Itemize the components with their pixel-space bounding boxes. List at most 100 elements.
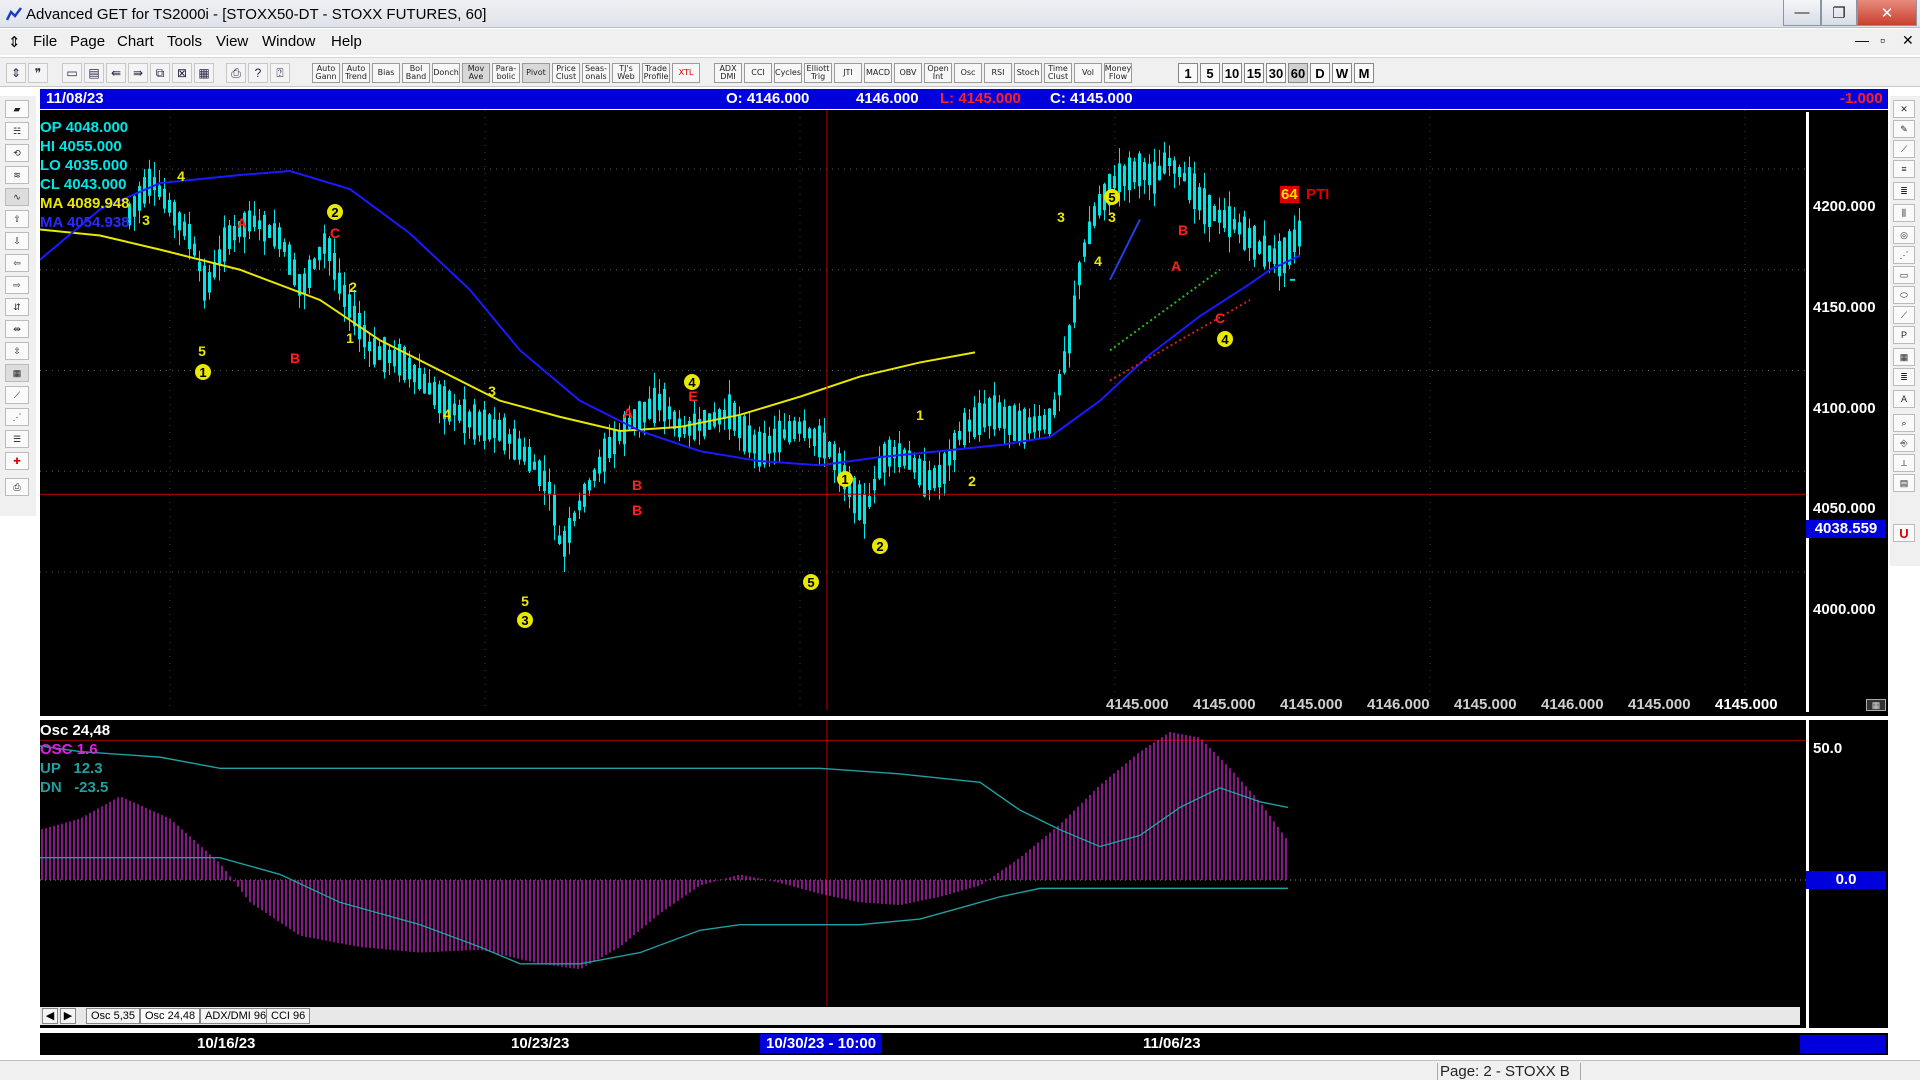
menu-page[interactable]: Page <box>70 33 105 50</box>
tool-mov-ave[interactable]: Mov Ave <box>462 63 490 83</box>
timeframe-1[interactable]: 1 <box>1178 63 1198 83</box>
ratio-icon[interactable]: ☵ <box>5 122 29 140</box>
tool-obv[interactable]: OBV <box>894 63 922 83</box>
notes-icon[interactable]: ▤ <box>1893 474 1915 492</box>
tool-trade-profile[interactable]: Trade Profile <box>642 63 670 83</box>
menu-tools[interactable]: Tools <box>167 33 202 50</box>
fib-circle-icon[interactable]: ◎ <box>1893 226 1915 244</box>
pti-icon[interactable]: P <box>1893 326 1915 344</box>
ruler-icon[interactable]: ⟂ <box>1893 454 1915 472</box>
grid-icon[interactable]: ▦ <box>194 63 214 83</box>
elliott-icon[interactable]: ∿ <box>5 188 29 206</box>
timeframe-10[interactable]: 10 <box>1222 63 1242 83</box>
arrow-up-icon[interactable]: ⇧ <box>5 210 29 228</box>
menu-view[interactable]: View <box>216 33 248 50</box>
tool-rsi[interactable]: RSI <box>984 63 1012 83</box>
menu-window[interactable]: Window <box>262 33 315 50</box>
trendline-icon[interactable]: ⟋ <box>1893 140 1915 158</box>
mdi-minimize-button[interactable]: — <box>1855 32 1869 48</box>
marker-icon[interactable]: ⎆ <box>1893 434 1915 452</box>
timeframe-60[interactable]: 60 <box>1288 63 1308 83</box>
help-icon[interactable]: ? <box>248 63 268 83</box>
minimize-button[interactable]: — <box>1783 0 1821 26</box>
copy-icon[interactable]: ⧉ <box>150 63 170 83</box>
tool-pivot[interactable]: Pivot <box>522 63 550 83</box>
menu-chart[interactable]: Chart <box>117 33 154 50</box>
tool-parabolic[interactable]: Para- bolic <box>492 63 520 83</box>
pencil-icon[interactable]: ✎ <box>1893 120 1915 138</box>
print-icon[interactable]: ⎙ <box>226 63 246 83</box>
tool-money-flow[interactable]: Money Flow <box>1104 63 1132 83</box>
tool-macd[interactable]: MACD <box>864 63 892 83</box>
timeframe-monthly[interactable]: M <box>1354 63 1374 83</box>
timeframe-5[interactable]: 5 <box>1200 63 1220 83</box>
mdi-close-button[interactable]: ✕ <box>1902 32 1914 49</box>
fan-icon[interactable]: ⋰ <box>1893 246 1915 264</box>
timeframe-daily[interactable]: D <box>1310 63 1330 83</box>
forward-icon[interactable]: ⇛ <box>128 63 148 83</box>
tab-osc-24-48[interactable]: Osc 24,48 <box>140 1008 201 1024</box>
scale-icon[interactable]: ▦ <box>1866 699 1886 711</box>
tool-osc[interactable]: Osc <box>954 63 982 83</box>
tool-tjs-web[interactable]: TJ's Web <box>612 63 640 83</box>
tool-vol[interactable]: Vol <box>1074 63 1102 83</box>
tool-jti[interactable]: JTI <box>834 63 862 83</box>
menu-help[interactable]: Help <box>331 33 362 50</box>
tool-auto-trend[interactable]: Auto Trend <box>342 63 370 83</box>
tool-cycles[interactable]: Cycles <box>774 63 802 83</box>
tool-bol-band[interactable]: Bol Band <box>402 63 430 83</box>
crosshair-icon[interactable]: ✚ <box>5 452 29 470</box>
menu-file[interactable]: File <box>33 33 57 50</box>
new-page-icon[interactable]: ▭ <box>62 63 82 83</box>
tab-osc-5-35[interactable]: Osc 5,35 <box>86 1008 141 1024</box>
arrow-down-icon[interactable]: ⇩ <box>5 232 29 250</box>
zoom-in-icon[interactable]: ⇵ <box>5 298 29 316</box>
price-chart-canvas[interactable]: 4351AB2C213453AB4EB152123534 ABC4 <box>40 110 1888 716</box>
zoom-horizontal-icon[interactable]: ⇹ <box>5 320 29 338</box>
timeframe-30[interactable]: 30 <box>1266 63 1286 83</box>
fib-ret-icon[interactable]: ≡ <box>1893 160 1915 178</box>
tool-adx-dmi[interactable]: ADX DMI <box>714 63 742 83</box>
tool-stoch[interactable]: Stoch <box>1014 63 1042 83</box>
fib-icon[interactable]: ☰ <box>5 430 29 448</box>
tool-price-clust[interactable]: Price Clust <box>552 63 580 83</box>
grid-tool-icon[interactable]: ▦ <box>1893 348 1915 366</box>
quote-icon[interactable]: ❞ <box>28 63 48 83</box>
arrow-right-icon[interactable]: ⇨ <box>5 276 29 294</box>
lines-icon[interactable]: ⟋ <box>5 386 29 404</box>
open-icon[interactable]: ▤ <box>84 63 104 83</box>
magnifier-icon[interactable]: ⌕ <box>1893 414 1915 432</box>
tab-adx-dmi-96[interactable]: ADX/DMI 96 <box>200 1008 272 1024</box>
restore-button[interactable]: ❐ <box>1821 0 1857 26</box>
undo-icon[interactable]: U <box>1893 524 1915 542</box>
document-icon[interactable]: ⇕ <box>8 33 21 51</box>
tool-time-clust[interactable]: Time Clust <box>1044 63 1072 83</box>
regression-icon[interactable]: ⟋ <box>1893 306 1915 324</box>
price-chart-panel[interactable]: 4351AB2C213453AB4EB152123534ABC4 OP 4048… <box>40 110 1888 716</box>
timeframe-weekly[interactable]: W <box>1332 63 1352 83</box>
oscillator-panel[interactable]: Osc 24,48 OSC 1.6 UP 12.3 DN -23.5 50.0 … <box>40 720 1888 1028</box>
fib-ext-icon[interactable]: ≣ <box>1893 182 1915 200</box>
tool-seasonals[interactable]: Seas- onals <box>582 63 610 83</box>
cursor-icon[interactable]: ⇕ <box>6 63 26 83</box>
mob-icon[interactable]: ≣ <box>1893 368 1915 386</box>
mdi-restore-button[interactable]: ▫ <box>1880 32 1885 48</box>
timeframe-15[interactable]: 15 <box>1244 63 1264 83</box>
tool-elliott-trig[interactable]: Elliott Trig <box>804 63 832 83</box>
study-icon[interactable]: ≋ <box>5 166 29 184</box>
tab-scroll-right-icon[interactable]: ▶ <box>60 1008 76 1024</box>
reset-icon[interactable]: ⟲ <box>5 144 29 162</box>
cancel-icon[interactable]: ✕ <box>1893 100 1915 118</box>
tool-bias[interactable]: Bias <box>372 63 400 83</box>
zoom-vertical-icon[interactable]: ⇳ <box>5 342 29 360</box>
oscillator-canvas[interactable] <box>40 720 1888 1006</box>
tool-cci[interactable]: CCI <box>744 63 772 83</box>
tool-auto-gann[interactable]: Auto Gann <box>312 63 340 83</box>
delete-icon[interactable]: ⊠ <box>172 63 192 83</box>
tool-donch[interactable]: Donch <box>432 63 460 83</box>
back-icon[interactable]: ⇚ <box>106 63 126 83</box>
tool-xtl[interactable]: XTL <box>672 63 700 83</box>
fib-time-icon[interactable]: ⫼ <box>1893 204 1915 222</box>
context-help-icon[interactable]: ⍰ <box>270 63 290 83</box>
gann-icon[interactable]: ⋰ <box>5 408 29 426</box>
